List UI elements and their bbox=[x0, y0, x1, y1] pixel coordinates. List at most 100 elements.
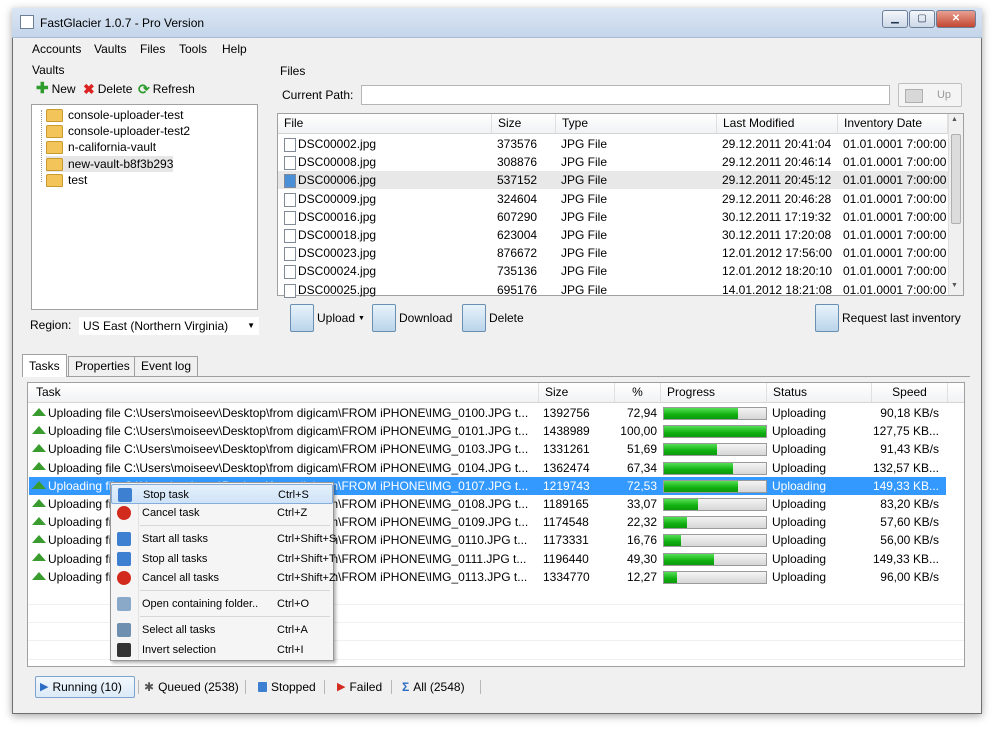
vault-item[interactable]: test bbox=[46, 172, 87, 188]
menu-help[interactable]: Help bbox=[216, 42, 253, 56]
task-row[interactable]: Uploading file C:\Users\moiseev\Desktop\… bbox=[29, 404, 946, 422]
file-row[interactable]: DSC00025.jpg 695176 JPG File 14.01.2012 18:… bbox=[278, 281, 948, 299]
menu-tools[interactable]: Tools bbox=[173, 42, 213, 56]
scroll-up-arrow-icon[interactable]: ▲ bbox=[951, 116, 958, 123]
context-menu-item[interactable]: Stop all tasks Ctrl+Shift+T bbox=[111, 549, 336, 569]
tree-connector bbox=[41, 110, 42, 182]
column-header-speed[interactable]: Speed bbox=[872, 383, 948, 402]
delete-vault-button[interactable]: ✖ Delete bbox=[83, 82, 132, 96]
column-header-size[interactable]: Size bbox=[492, 114, 556, 133]
column-header-last-modified[interactable]: Last Modified bbox=[717, 114, 838, 133]
file-cell: 01.01.0001 7:00:00 bbox=[843, 264, 947, 279]
task-row[interactable]: Uploading file C:\Users\moiseev\Desktop\… bbox=[29, 422, 946, 440]
context-menu-shortcut: Ctrl+Shift+T bbox=[277, 553, 336, 565]
files-scrollbar[interactable]: ▲ ▼ bbox=[948, 114, 963, 295]
file-row[interactable]: DSC00023.jpg 876672 JPG File 12.01.2012 17:… bbox=[278, 244, 948, 262]
upload-button[interactable]: Upload ▼ bbox=[290, 304, 365, 332]
menu-accounts[interactable]: Accounts bbox=[26, 42, 87, 56]
column-header-status[interactable]: Status bbox=[767, 383, 872, 402]
file-row[interactable]: DSC00018.jpg 623004 JPG File 30.12.2011 17:… bbox=[278, 226, 948, 244]
file-row[interactable]: DSC00002.jpg 373576 JPG File 29.12.2011 20:… bbox=[278, 135, 948, 153]
context-menu-item[interactable]: Cancel task Ctrl+Z bbox=[111, 503, 333, 523]
filter-failed-button[interactable]: ▶ Failed bbox=[333, 676, 386, 698]
queued-label: Queued (2538) bbox=[158, 680, 239, 694]
context-menu-item[interactable]: Invert selection Ctrl+I bbox=[111, 640, 333, 660]
task-size: 1334770 bbox=[543, 569, 590, 584]
filter-queued-button[interactable]: ✱ Queued (2538) bbox=[140, 676, 243, 698]
stop-all-icon bbox=[117, 552, 131, 566]
context-menu-shortcut: Ctrl+I bbox=[277, 644, 304, 656]
column-header-inventory-date[interactable]: Inventory Date bbox=[838, 114, 948, 133]
request-inventory-button[interactable]: Request last inventory bbox=[815, 304, 961, 332]
download-button[interactable]: Download bbox=[372, 304, 452, 332]
context-menu-shortcut: Ctrl+O bbox=[277, 598, 310, 610]
task-row[interactable]: Uploading file C:\Users\moiseev\Desktop\… bbox=[29, 440, 946, 458]
scrollbar-thumb[interactable] bbox=[951, 134, 961, 224]
minimize-button[interactable]: ▁ bbox=[882, 10, 908, 28]
region-select[interactable]: US East (Northern Virginia) ▼ bbox=[78, 316, 260, 336]
refresh-vaults-button[interactable]: ⟳ Refresh bbox=[138, 82, 195, 96]
filter-stopped-button[interactable]: Stopped bbox=[254, 676, 320, 698]
current-path-input[interactable] bbox=[361, 85, 890, 105]
context-menu-item[interactable]: Start all tasks Ctrl+Shift+S bbox=[111, 529, 336, 549]
task-percent: 22,32 bbox=[626, 515, 657, 530]
column-header-task[interactable]: Task bbox=[30, 383, 539, 402]
vault-item-selected[interactable]: new-vault-b8f3b293 bbox=[46, 156, 174, 172]
file-cell: 308876 bbox=[497, 155, 538, 170]
vault-name: new-vault-b8f3b293 bbox=[68, 157, 174, 171]
delete-file-icon bbox=[462, 304, 486, 332]
file-row[interactable]: DSC00008.jpg 308876 JPG File 29.12.2011 20:… bbox=[278, 153, 948, 171]
failed-label: Failed bbox=[349, 680, 383, 694]
tab-properties[interactable]: Properties bbox=[68, 356, 137, 376]
file-cell: DSC00006.jpg bbox=[298, 173, 377, 188]
invert-icon bbox=[117, 643, 131, 657]
task-row[interactable]: Uploading file C:\Users\moiseev\Desktop\… bbox=[29, 459, 946, 477]
file-cell: 12.01.2012 18:20:10 bbox=[722, 264, 833, 279]
task-percent: 49,30 bbox=[626, 551, 657, 566]
context-menu-item[interactable]: Open containing folder.. Ctrl+O bbox=[111, 594, 333, 614]
progress-fill bbox=[664, 517, 687, 529]
filter-all-button[interactable]: Σ All (2548) bbox=[398, 676, 469, 698]
task-size: 1392756 bbox=[543, 406, 590, 420]
upload-arrow-icon bbox=[32, 444, 46, 453]
task-percent: 67,34 bbox=[626, 460, 657, 475]
tab-event-log[interactable]: Event log bbox=[134, 356, 199, 376]
context-menu-item[interactable]: Select all tasks Ctrl+A bbox=[111, 620, 333, 640]
task-size: 1438989 bbox=[543, 424, 590, 439]
vault-item[interactable]: console-uploader-test bbox=[46, 107, 183, 123]
filter-running-button[interactable]: ▶ Running (10) bbox=[35, 676, 135, 698]
menu-vaults[interactable]: Vaults bbox=[88, 42, 132, 56]
delete-files-button[interactable]: Delete bbox=[462, 304, 524, 332]
context-menu-label: Select all tasks bbox=[142, 624, 216, 636]
maximize-button[interactable]: ▢ bbox=[909, 10, 935, 28]
file-cell: JPG File bbox=[561, 282, 608, 297]
new-vault-button[interactable]: ✚ New bbox=[36, 81, 76, 96]
context-menu-shortcut: Ctrl+A bbox=[277, 624, 308, 636]
vault-name: test bbox=[68, 173, 88, 187]
close-button[interactable]: ✕ bbox=[936, 10, 976, 28]
refresh-icon: ⟳ bbox=[138, 81, 150, 97]
upload-arrow-icon bbox=[32, 426, 46, 435]
column-header-progress[interactable]: Progress bbox=[661, 383, 767, 402]
up-button[interactable]: Up bbox=[898, 83, 962, 107]
file-row[interactable]: DSC00016.jpg 607290 JPG File 30.12.2011 17:… bbox=[278, 208, 948, 226]
task-speed: 149,33 KB... bbox=[872, 551, 939, 566]
tab-tasks[interactable]: Tasks bbox=[22, 354, 67, 377]
context-menu-item[interactable]: Stop task Ctrl+S bbox=[111, 484, 333, 504]
column-header-size[interactable]: Size bbox=[539, 383, 615, 402]
column-header-file[interactable]: File bbox=[278, 114, 492, 133]
context-menu-separator bbox=[140, 525, 330, 526]
context-menu-item[interactable]: Cancel all tasks Ctrl+Shift+Z bbox=[111, 568, 336, 588]
file-cell: JPG File bbox=[561, 173, 608, 188]
task-speed: 132,57 KB... bbox=[872, 460, 939, 475]
file-row[interactable]: DSC00024.jpg 735136 JPG File 12.01.2012 18:… bbox=[278, 262, 948, 280]
file-row[interactable]: DSC00009.jpg 324604 JPG File 29.12.2011 20:… bbox=[278, 190, 948, 208]
column-header-percent[interactable]: % bbox=[615, 383, 661, 402]
menu-files[interactable]: Files bbox=[134, 42, 171, 56]
vault-item[interactable]: console-uploader-test2 bbox=[46, 123, 190, 139]
vault-item[interactable]: n-california-vault bbox=[46, 139, 156, 155]
file-row-selected[interactable]: DSC00006.jpg 537152 JPG File 29.12.2011 20:… bbox=[278, 171, 948, 190]
task-description: Uploading file C:\Users\moiseev\Desktop\… bbox=[48, 460, 529, 475]
scroll-down-arrow-icon[interactable]: ▼ bbox=[951, 282, 958, 289]
column-header-type[interactable]: Type bbox=[556, 114, 717, 133]
